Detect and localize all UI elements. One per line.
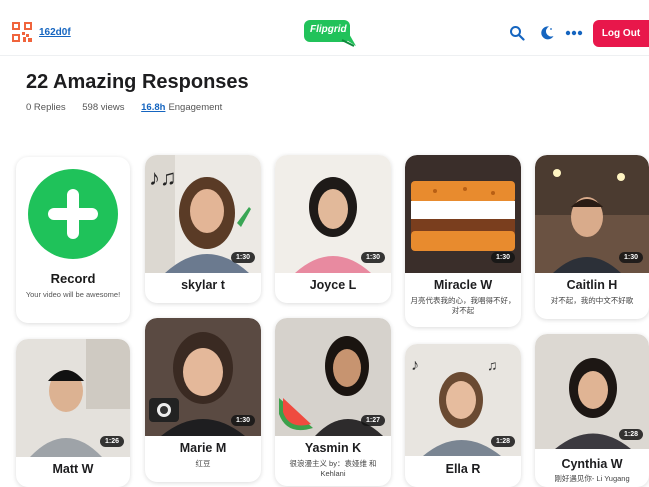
response-card-matt[interactable]: 1:26 Matt W bbox=[16, 339, 130, 487]
response-subtitle: 月亮代表我的心，我唱得不好，对不起 bbox=[410, 296, 516, 315]
response-name: Marie M bbox=[179, 441, 227, 455]
top-bar: 162d0f Flipgrid Log Out bbox=[0, 0, 649, 56]
response-card-marie[interactable]: 1:30 Marie M 红豆 bbox=[145, 318, 261, 482]
response-card-yasmin[interactable]: 1:27 Yasmin K 很浪漫主义 by：袁娅维 和 Kehlani bbox=[275, 318, 391, 486]
topic-stats: 0 Replies 598 views 16.8h Engagement bbox=[26, 102, 236, 113]
response-card-cynthia[interactable]: 1:28 Cynthia W 刚好遇见你- Li Yugang bbox=[535, 334, 649, 487]
qr-code-icon[interactable] bbox=[12, 22, 32, 42]
svg-text:♪: ♪ bbox=[411, 357, 419, 374]
views-count: 598 views bbox=[82, 102, 125, 113]
duration-badge: 1:30 bbox=[360, 252, 385, 263]
page-title: 22 Amazing Responses bbox=[26, 71, 249, 93]
plus-icon bbox=[48, 189, 98, 239]
log-out-button[interactable]: Log Out bbox=[593, 20, 649, 47]
response-name: Cynthia W bbox=[561, 457, 623, 471]
response-card-skylar[interactable]: ♪♫ 1:30 skylar t bbox=[145, 155, 261, 303]
response-subtitle: 很浪漫主义 by：袁娅维 和 Kehlani bbox=[289, 459, 377, 478]
response-subtitle: 刚好遇见你- Li Yugang bbox=[554, 474, 630, 483]
logo-text: Flipgrid bbox=[310, 24, 347, 35]
svg-text:♪♫: ♪♫ bbox=[149, 165, 177, 190]
record-title: Record bbox=[50, 271, 96, 286]
response-name: Yasmin K bbox=[304, 441, 362, 455]
search-icon[interactable] bbox=[509, 25, 525, 41]
duration-badge: 1:26 bbox=[99, 436, 124, 447]
duration-badge: 1:30 bbox=[230, 415, 255, 426]
more-options-icon[interactable] bbox=[565, 28, 583, 38]
response-name: Joyce L bbox=[309, 278, 357, 292]
record-subtitle: Your video will be awesome! bbox=[25, 290, 121, 299]
response-card-miracle[interactable]: 1:30 Miracle W 月亮代表我的心，我唱得不好，对不起 bbox=[405, 155, 521, 327]
replies-count: 0 Replies bbox=[26, 102, 66, 113]
response-name: Matt W bbox=[52, 462, 94, 476]
svg-text:♫: ♫ bbox=[487, 357, 498, 373]
duration-badge: 1:30 bbox=[618, 252, 643, 263]
duration-badge: 1:30 bbox=[230, 252, 255, 263]
response-card-joyce[interactable]: 1:30 Joyce L bbox=[275, 155, 391, 303]
response-name: skylar t bbox=[181, 278, 225, 292]
duration-badge: 1:27 bbox=[360, 415, 385, 426]
dark-mode-icon[interactable] bbox=[539, 25, 555, 41]
engagement-value[interactable]: 16.8h bbox=[141, 102, 165, 113]
response-card-caitlin[interactable]: 1:30 Caitlin H 对不起，我的中文不好歌 bbox=[535, 155, 649, 319]
response-name: Caitlin H bbox=[566, 278, 618, 292]
response-name: Miracle W bbox=[433, 278, 493, 292]
response-card-ella[interactable]: ♪ ♫ 1:28 Ella R bbox=[405, 344, 521, 487]
response-subtitle: 红豆 bbox=[195, 459, 211, 468]
duration-badge: 1:30 bbox=[490, 252, 515, 263]
grid-code-link[interactable]: 162d0f bbox=[39, 27, 71, 38]
engagement-label: Engagement bbox=[168, 102, 223, 113]
duration-badge: 1:28 bbox=[618, 429, 643, 440]
response-name: Ella R bbox=[445, 462, 481, 476]
duration-badge: 1:28 bbox=[490, 436, 515, 447]
record-button[interactable] bbox=[28, 169, 118, 259]
response-subtitle: 对不起，我的中文不好歌 bbox=[550, 296, 634, 305]
record-card[interactable]: Record Your video will be awesome! bbox=[16, 157, 130, 323]
